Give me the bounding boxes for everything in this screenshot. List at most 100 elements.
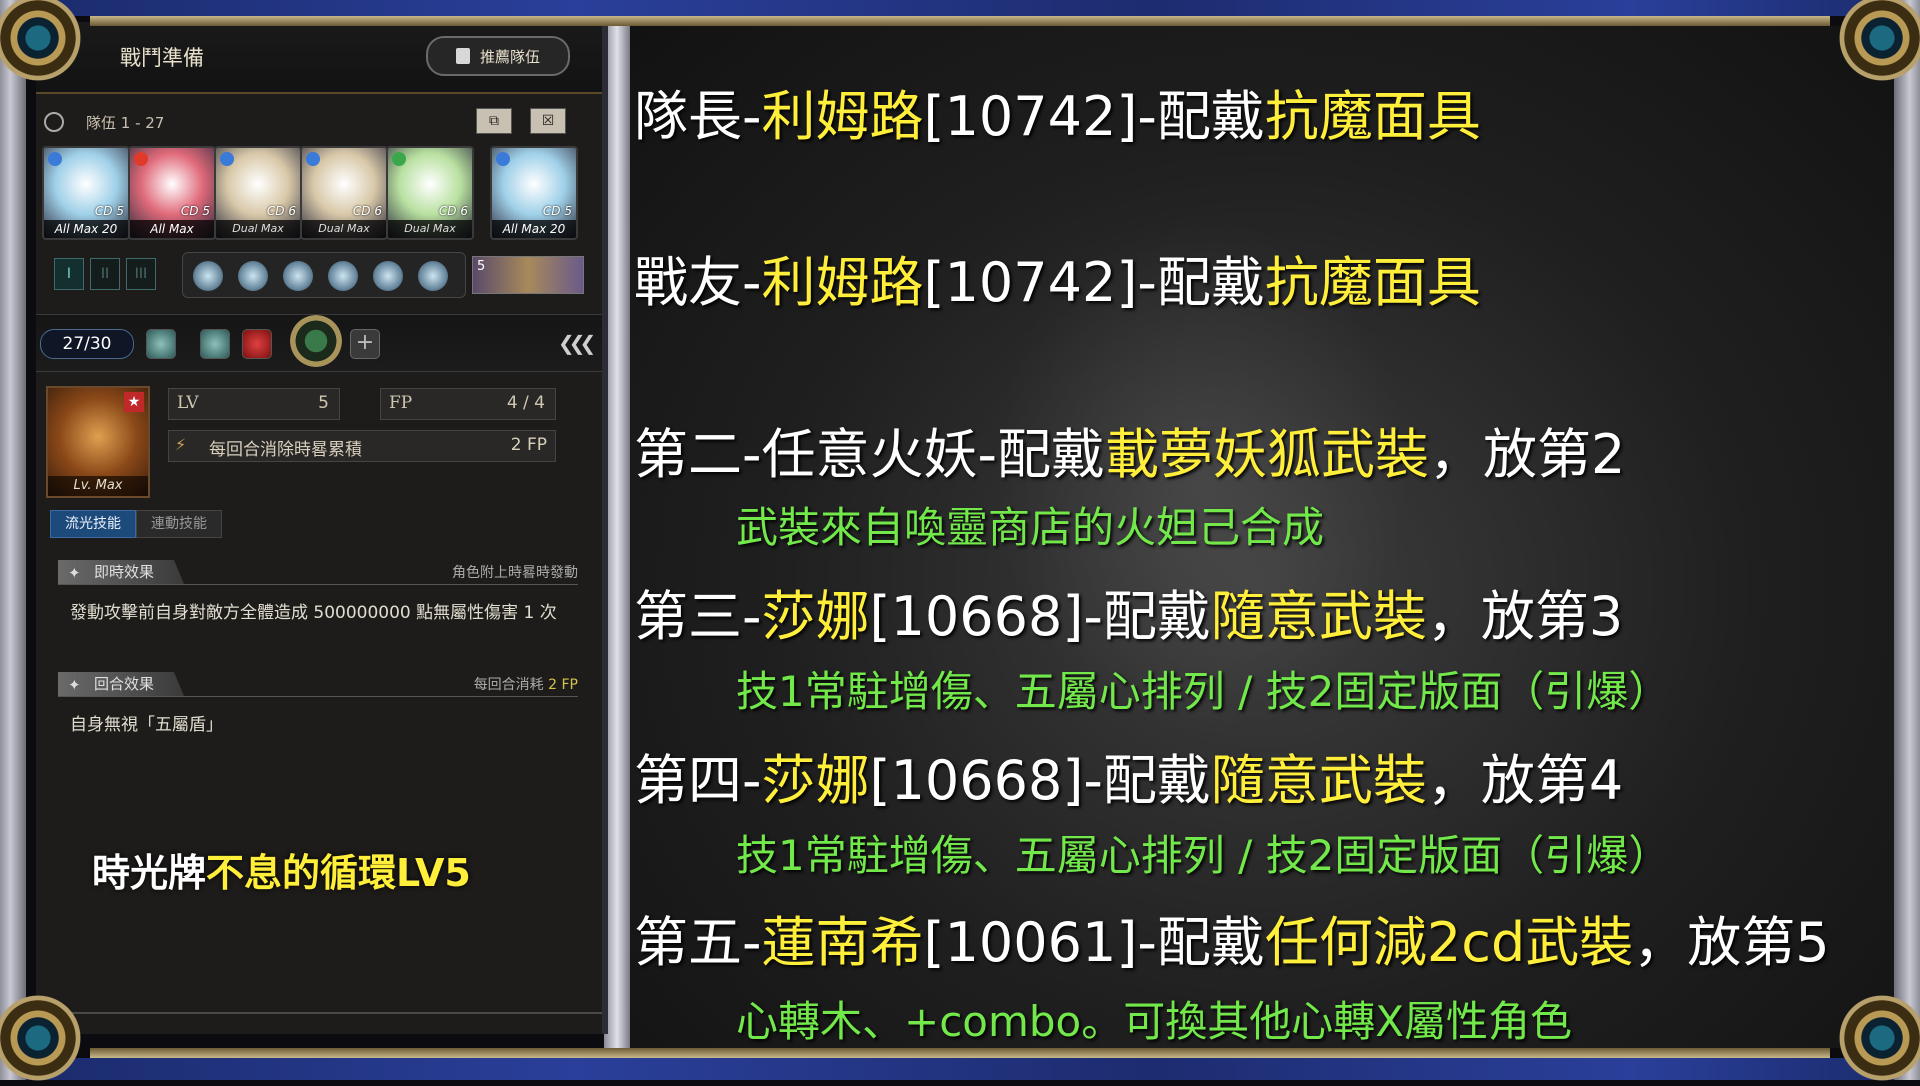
copy-team-button[interactable]: ⧉: [476, 108, 512, 134]
frame-bottom-gold: [90, 1048, 1830, 1058]
equipment-row: I II III 5: [44, 252, 604, 298]
team-card[interactable]: CD 5 All Max: [128, 146, 216, 240]
card-cd: CD 5: [94, 204, 124, 218]
level-stat: LV 5: [168, 388, 340, 420]
plain-text: ，放第3: [1426, 585, 1624, 648]
collapse-chevron-icon[interactable]: ❮❮❮: [558, 331, 596, 355]
team-cards: CD 5 All Max 20 CD 5 All Max CD 6 Dual Max CD …: [42, 146, 602, 266]
weapon-slot[interactable]: [373, 261, 403, 291]
card-max-tag: Dual Max: [388, 220, 472, 238]
card-max-tag: Dual Max: [216, 220, 300, 238]
highlight-text: 抗魔面具: [1264, 85, 1481, 148]
team-icon-button-2[interactable]: [200, 329, 230, 359]
document-icon: [455, 48, 470, 64]
fp-gain-row: ⚡ 每回合消除時晷累積 2 FP: [168, 430, 556, 462]
tab-link-skill[interactable]: 連動技能: [136, 510, 222, 538]
control-bar: 27/30 + ❮❮❮: [36, 314, 602, 372]
divider: [58, 696, 578, 697]
team-icon-button[interactable]: [146, 329, 176, 359]
instant-effect-header: ✦ 即時效果 角色附上時晷時發動: [58, 560, 578, 585]
bottom-divider: [36, 1012, 602, 1014]
attribute-icon: [496, 152, 510, 166]
craft-count: 5: [477, 259, 486, 274]
effect-badge: ✦ 即時效果: [58, 560, 184, 584]
highlight-text: 載夢妖狐武裝: [1104, 423, 1429, 486]
add-button[interactable]: +: [350, 329, 380, 359]
effect-badge: ✦ 回合效果: [58, 672, 184, 696]
guide-line: 第三-莎娜[10668]-配戴隨意武裝，放第3: [634, 572, 1623, 651]
card-level-tag: Lv. Max: [48, 476, 148, 496]
guide-line: 第五-蓮南希[10061]-配戴任何減2cd武裝，放第5: [634, 898, 1830, 977]
team-card[interactable]: CD 5 All Max 20: [490, 146, 578, 240]
stat-key: FP: [389, 393, 413, 413]
stat-key: LV: [177, 393, 199, 413]
team-card[interactable]: CD 6 Dual Max: [214, 146, 302, 240]
card-max-tag: All Max: [130, 220, 214, 238]
plain-text: ，放第5: [1633, 911, 1830, 974]
team-card[interactable]: CD 6 Dual Max: [300, 146, 388, 240]
team-card[interactable]: CD 5 All Max 20: [42, 146, 130, 240]
plain-text: [10061]-配戴: [923, 911, 1265, 974]
card-max-tag: All Max 20: [492, 220, 576, 238]
timecard-thumbnail: ★ Lv. Max: [46, 386, 150, 498]
frame-top: [0, 0, 1920, 16]
highlight-text: 莎娜: [761, 585, 870, 648]
weapon-slot[interactable]: [238, 261, 268, 291]
note-value: 2 FP: [548, 677, 578, 693]
timecard-prefix: 時光牌: [92, 851, 207, 895]
guide-line: 戰友-利姆路[10742]-配戴抗魔面具: [634, 238, 1481, 317]
note-prefix: 每回合消耗: [473, 677, 544, 693]
card-max-tag: Dual Max: [302, 220, 386, 238]
plain-text: [10668]-配戴: [869, 585, 1211, 648]
card-max-tag: All Max 20: [44, 220, 128, 238]
frame-bottom: [0, 1058, 1920, 1080]
attribute-icon: [306, 152, 320, 166]
weapon-slot[interactable]: [283, 261, 313, 291]
star-icon: ★: [124, 392, 144, 412]
slot-tab-2[interactable]: II: [90, 258, 120, 290]
timecard-name: 不息的循環LV5: [206, 851, 471, 895]
plain-text: 隊長-: [634, 85, 762, 148]
plain-text: ，放第4: [1426, 749, 1624, 812]
timecard-medal-icon[interactable]: [290, 315, 342, 367]
team-label: 隊伍 1 - 27: [86, 114, 165, 132]
highlight-text: 莎娜: [761, 749, 870, 812]
effect-title: 回合效果: [94, 675, 155, 693]
frame-left: [0, 0, 26, 1080]
craft-slot[interactable]: 5: [472, 256, 584, 294]
card-icon-button[interactable]: [242, 329, 272, 359]
weapon-slot[interactable]: [418, 261, 448, 291]
guide-subline: 技1常駐增傷、五屬心排列 / 技2固定版面（引爆）: [736, 667, 1671, 716]
swap-icon[interactable]: [44, 112, 64, 132]
tab-flowlight-skill[interactable]: 流光技能: [50, 510, 136, 538]
fp-value: 2 FP: [510, 435, 547, 455]
weapon-slot[interactable]: [193, 261, 223, 291]
team-counter[interactable]: 27/30: [40, 329, 134, 359]
slot-tab-1[interactable]: I: [54, 258, 84, 290]
attribute-icon: [392, 152, 406, 166]
title-bar: 戰鬥準備 推薦隊伍: [36, 22, 602, 94]
guide-line: 第四-莎娜[10668]-配戴隨意武裝，放第4: [634, 736, 1623, 815]
slot-tab-3[interactable]: III: [126, 258, 156, 290]
attribute-icon: [48, 152, 62, 166]
highlight-text: 隨意武裝: [1210, 749, 1427, 812]
weapon-slot[interactable]: [328, 261, 358, 291]
battle-prep-panel: 戰鬥準備 推薦隊伍 隊伍 1 - 27 ⧉ ☒ CD 5 All Max 20 CD…: [36, 22, 608, 1034]
effect-title: 即時效果: [94, 563, 155, 581]
effect-note: 角色附上時晷時發動: [452, 565, 578, 581]
frame-right: [1894, 0, 1920, 1080]
plain-text: 第四-: [634, 749, 762, 812]
plain-text: 第三-: [634, 585, 762, 648]
sparkle-icon: ✦: [68, 564, 81, 582]
recommend-team-button[interactable]: 推薦隊伍: [426, 36, 570, 76]
card-cd: CD 6: [438, 204, 468, 218]
clear-team-button[interactable]: ☒: [530, 108, 566, 134]
guide-subline: 武裝來自喚靈商店的火妲己合成: [736, 503, 1325, 552]
instant-effect-text: 發動攻擊前自身對敵方全體造成 500000000 點無屬性傷害 1 次: [70, 603, 557, 623]
attribute-icon: [220, 152, 234, 166]
card-cd: CD 5: [542, 204, 572, 218]
highlight-text: 抗魔面具: [1264, 251, 1481, 314]
card-cd: CD 6: [266, 204, 296, 218]
team-card[interactable]: CD 6 Dual Max: [386, 146, 474, 240]
divider: [58, 584, 578, 585]
